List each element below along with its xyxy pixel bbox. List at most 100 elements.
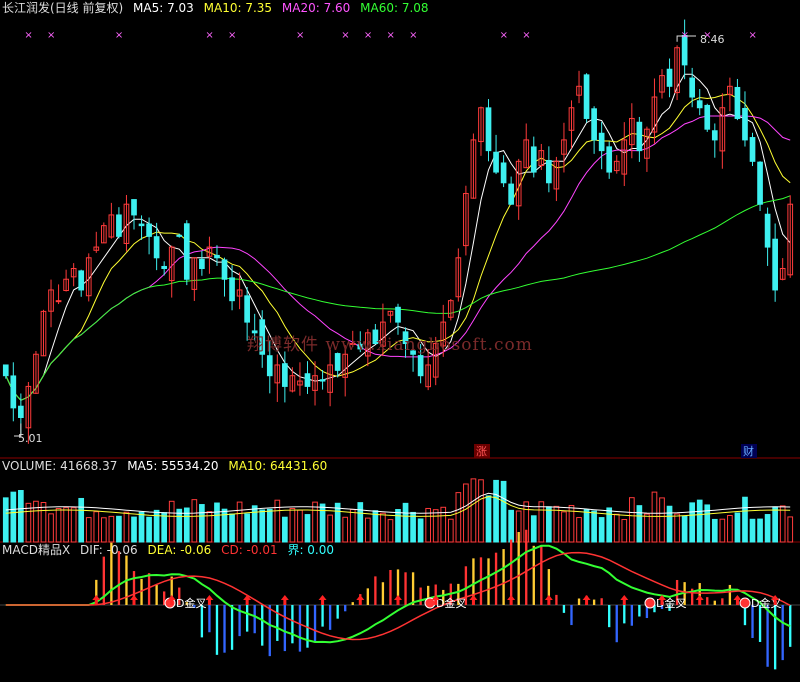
volume-bar xyxy=(417,518,424,543)
volume-bar xyxy=(259,509,266,543)
signal-x-mark: × xyxy=(296,30,304,41)
candle-body xyxy=(138,223,145,227)
volume-bar xyxy=(297,509,303,543)
volume-bar xyxy=(538,501,545,543)
volume-bar xyxy=(553,505,560,543)
candle-body xyxy=(591,108,597,141)
low-price-label: 5.01 xyxy=(18,432,43,445)
signal-x-mark: × xyxy=(681,30,689,41)
volume-bar xyxy=(787,516,794,543)
candle-body xyxy=(666,68,673,87)
volume-ma10: MA10: 64431.60 xyxy=(228,459,328,473)
volume-bar xyxy=(372,510,379,543)
candle-body xyxy=(530,146,537,173)
volume-bar xyxy=(727,515,733,543)
volume-bar xyxy=(689,502,696,543)
candle-body xyxy=(229,277,235,302)
volume-bar xyxy=(719,518,726,543)
volume-bar xyxy=(2,497,9,543)
volume-bar xyxy=(108,515,115,543)
volume-bar xyxy=(138,511,145,543)
macd-dif: DIF: -0.06 xyxy=(80,543,138,557)
volume-bar xyxy=(455,492,462,543)
volume-bar xyxy=(500,480,507,543)
volume-bar xyxy=(251,505,258,543)
signal-x-mark: × xyxy=(24,30,32,41)
volume-bar xyxy=(40,502,47,543)
volume-bar xyxy=(606,507,613,543)
volume-bar xyxy=(131,516,137,543)
volume-bar xyxy=(10,491,17,543)
volume-bar xyxy=(598,517,605,543)
volume-bar xyxy=(380,512,386,543)
candle-body xyxy=(153,236,160,259)
volume-bar xyxy=(100,517,107,543)
watermark: 翔博软件 www.xiangbosoft.com xyxy=(247,335,533,355)
candle-body xyxy=(764,213,771,248)
macd-name: MACD精品X xyxy=(2,543,71,557)
candle-body xyxy=(146,223,152,237)
buy-arrow-icon xyxy=(205,595,214,605)
candle-body xyxy=(493,151,499,173)
candle-body xyxy=(757,161,763,205)
volume-bar xyxy=(711,518,718,543)
candle-body xyxy=(319,379,326,382)
candle-body xyxy=(606,146,613,173)
candle-body xyxy=(696,100,703,109)
buy-arrow-icon xyxy=(620,595,629,605)
candle-body xyxy=(485,107,492,152)
volume-bar xyxy=(772,506,778,543)
candle-body xyxy=(304,373,311,387)
buy-arrow-icon xyxy=(507,595,516,605)
high-price-label: 8.46 xyxy=(700,33,725,46)
signal-x-mark: × xyxy=(228,30,236,41)
signal-x-mark: × xyxy=(47,30,55,41)
volume-bar xyxy=(18,490,24,543)
volume-value: VOLUME: 41668.37 xyxy=(2,459,118,473)
volume-bar xyxy=(561,511,567,543)
candle-body xyxy=(199,258,205,270)
signal-marks: × × × × × × × × × × × × × × × xyxy=(14,30,757,437)
volume-bar xyxy=(493,479,499,543)
signal-x-mark: × xyxy=(409,30,417,41)
volume-bar xyxy=(334,502,341,543)
candle-body xyxy=(598,132,605,152)
candle-body xyxy=(734,86,741,119)
volume-bar xyxy=(387,519,394,543)
candle-body xyxy=(546,159,552,184)
golden-cross-label: D金叉 xyxy=(436,596,466,610)
candle-body xyxy=(334,353,341,371)
signal-x-mark: × xyxy=(205,30,213,41)
volume-bar xyxy=(266,508,273,543)
volume-bar xyxy=(349,508,356,543)
volume-bar xyxy=(63,507,69,543)
macd-jie: 界: 0.00 xyxy=(287,543,335,557)
candle-body xyxy=(244,295,250,323)
candle-body xyxy=(214,254,220,259)
volume-bar xyxy=(779,505,786,543)
volume-bar xyxy=(304,514,311,543)
volume-bar xyxy=(93,511,100,543)
volume-legend: VOLUME: 41668.37 MA5: 55534.20 MA10: 644… xyxy=(2,458,333,474)
volume-bar xyxy=(319,503,326,543)
volume-bar xyxy=(621,519,628,543)
volume-bar xyxy=(25,502,32,543)
candle-body xyxy=(500,162,507,184)
volume-bar xyxy=(636,505,643,543)
signal-x-mark: × xyxy=(500,30,508,41)
volume-bar xyxy=(236,501,243,543)
buy-arrow-icon xyxy=(582,595,591,605)
volume-bar xyxy=(48,513,54,543)
ma20-legend: MA20: 7.60 xyxy=(281,1,351,15)
volume-bar xyxy=(628,497,635,543)
volume-bar xyxy=(666,505,673,543)
volume-bar xyxy=(463,483,469,543)
candle-body xyxy=(689,77,696,98)
macd-dea: DEA: -0.06 xyxy=(147,543,212,557)
candle-body xyxy=(417,355,424,377)
macd-cd: CD: -0.01 xyxy=(221,543,278,557)
volume-bar xyxy=(613,513,620,543)
candle-body xyxy=(2,364,9,377)
candle-body xyxy=(704,104,711,130)
volume-bar xyxy=(749,518,756,543)
